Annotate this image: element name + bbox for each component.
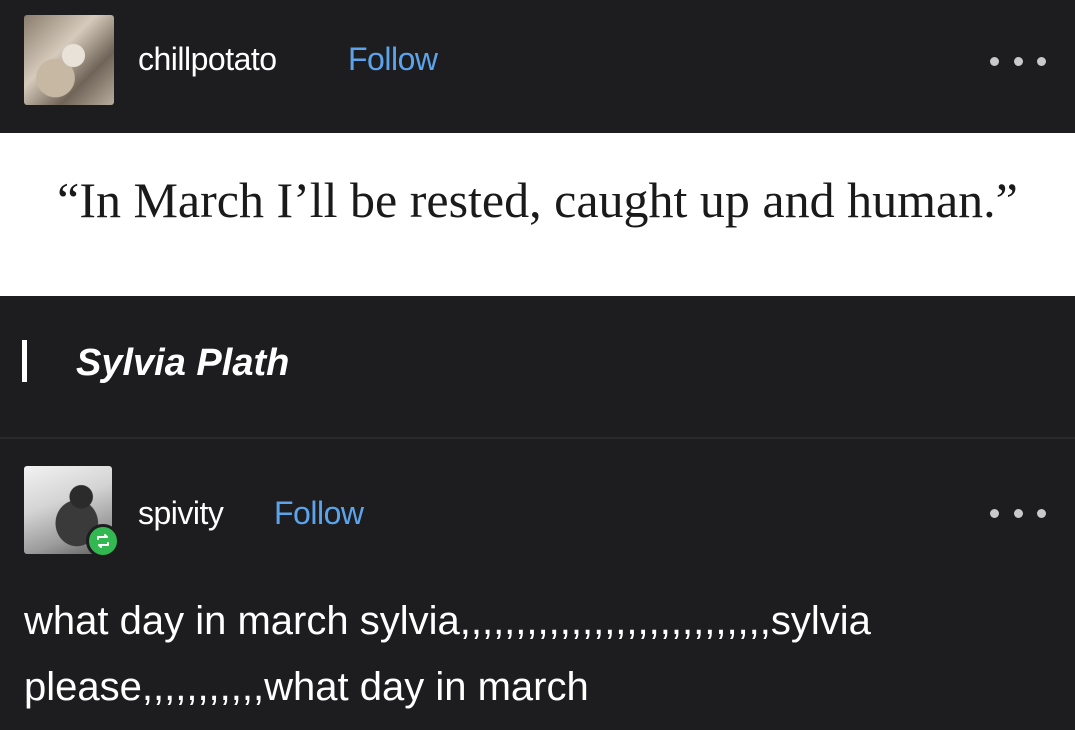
reblog-follow-button[interactable]: Follow: [274, 495, 364, 532]
follow-button[interactable]: Follow: [348, 41, 438, 78]
reblog-author-username[interactable]: spivity: [138, 495, 224, 532]
more-options-icon[interactable]: [990, 46, 1046, 76]
post-author-username[interactable]: chillpotato: [138, 41, 277, 78]
reblog-icon: [86, 524, 120, 558]
quote-text: “In March I’ll be rested, caught up and …: [57, 172, 1018, 228]
reblog-more-options-icon[interactable]: [990, 498, 1046, 528]
post-divider: [0, 437, 1075, 439]
post-header: chillpotato Follow: [0, 0, 1075, 133]
attribution-bar: [22, 340, 27, 382]
reblog-comment: what day in march sylvia,,,,,,,,,,,,,,,,…: [24, 599, 871, 709]
avatar[interactable]: [24, 15, 114, 105]
quote-block: “In March I’ll be rested, caught up and …: [0, 133, 1075, 296]
quote-attribution: Sylvia Plath: [76, 342, 290, 384]
